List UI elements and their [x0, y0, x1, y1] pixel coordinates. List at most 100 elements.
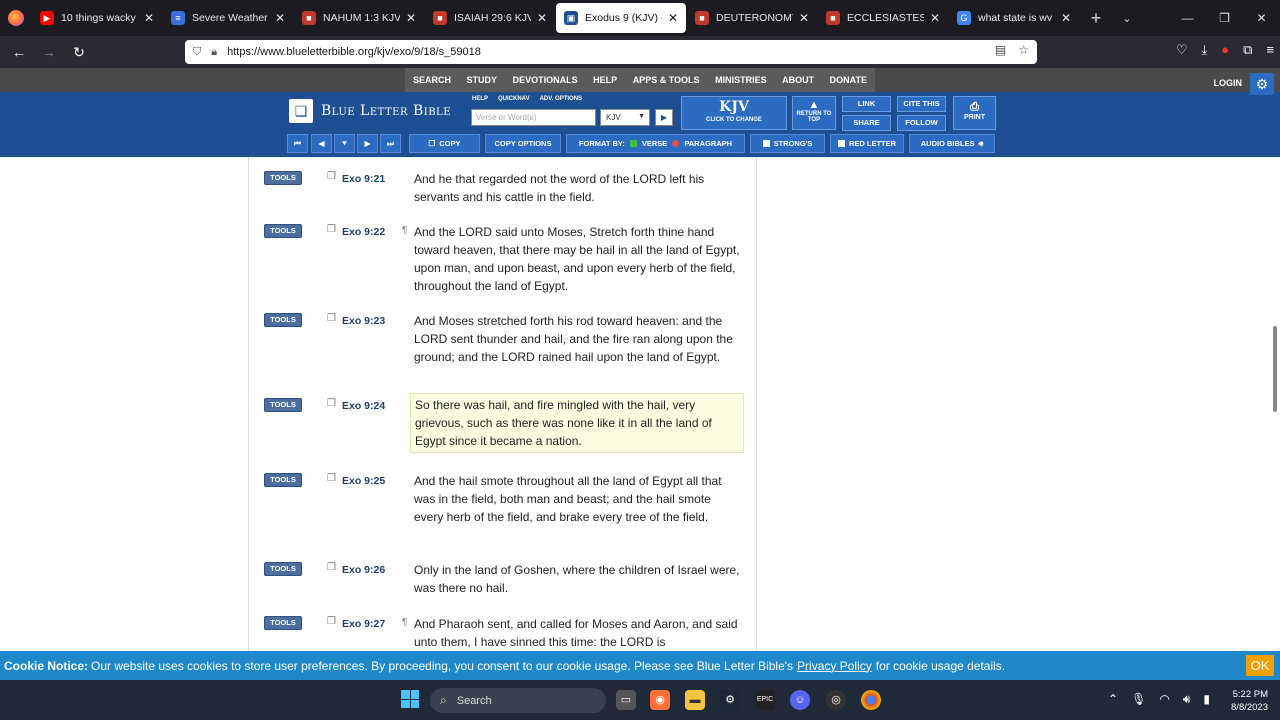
verse-reference[interactable]: Exo 9:27 — [342, 618, 385, 630]
taskbar-search[interactable]: ⌕ Search — [430, 688, 606, 713]
copy-button[interactable]: ❐ COPY — [409, 134, 480, 153]
forward-arrow-icon[interactable]: → — [34, 44, 64, 60]
copy-options-button[interactable]: COPY OPTIONS — [485, 134, 561, 153]
browser-tab[interactable]: ■ ISAIAH 29:6 KJV "Th ✕ — [425, 3, 555, 33]
strongs-checkbox[interactable] — [762, 140, 770, 147]
app-icon[interactable]: ◎ — [826, 690, 846, 710]
link-button[interactable]: LINK — [842, 96, 891, 112]
first-chapter-button[interactable]: ⏮ — [287, 134, 308, 153]
microphone-icon[interactable]: 🎙︎ — [1131, 692, 1146, 707]
browser-tab[interactable]: ▣ Exodus 9 (KJV) - Bl ✕ — [556, 3, 686, 33]
copy-verse-icon[interactable]: ❐ — [327, 473, 336, 484]
tools-button[interactable]: TOOLS — [264, 398, 302, 412]
menu-item[interactable]: SEARCH — [413, 68, 451, 92]
close-tab-icon[interactable]: ✕ — [144, 11, 154, 25]
close-tab-icon[interactable]: ✕ — [406, 11, 416, 25]
verse-reference[interactable]: Exo 9:22 — [342, 226, 385, 238]
verse-reference[interactable]: Exo 9:23 — [342, 315, 385, 327]
bookmark-star-icon[interactable]: ☆ — [1018, 43, 1029, 57]
shield-icon[interactable]: ⛉ — [193, 46, 201, 59]
close-tab-icon[interactable]: ✕ — [668, 11, 678, 25]
cookie-ok-button[interactable]: OK — [1246, 655, 1274, 676]
red-letter-toggle[interactable]: RED LETTER — [830, 134, 904, 153]
site-logo[interactable]: ❏ Blue Letter Bible — [289, 99, 451, 123]
copy-verse-icon[interactable]: ❐ — [327, 224, 336, 235]
close-tab-icon[interactable]: ✕ — [799, 11, 809, 25]
browser-tab[interactable]: Gwhat state is wv - G ✕ — [949, 3, 1079, 33]
close-window-icon[interactable]: ✕ — [1243, 0, 1280, 36]
steam-icon[interactable]: ⚙ — [720, 690, 740, 710]
browser-tab[interactable]: ▶ 10 things wacky ta ✕ — [32, 3, 162, 33]
red-letter-checkbox[interactable] — [837, 140, 845, 147]
close-tab-icon[interactable]: ✕ — [275, 11, 285, 25]
copy-verse-icon[interactable]: ❐ — [327, 562, 336, 573]
print-button[interactable]: ⎙ PRINT — [953, 96, 996, 130]
minimize-icon[interactable]: — — [1169, 0, 1206, 36]
tools-button[interactable]: TOOLS — [264, 171, 302, 185]
task-view-icon[interactable]: ▭ — [616, 690, 636, 710]
copy-verse-icon[interactable]: ❐ — [327, 398, 336, 409]
browser-tab[interactable]: ■ DEUTERONOMY 32 ✕ — [687, 3, 817, 33]
settings-gear-icon[interactable]: ⚙ — [1250, 73, 1274, 95]
firefox-view-button[interactable] — [0, 0, 32, 36]
help-link[interactable]: HELP — [472, 96, 488, 102]
search-go-button[interactable]: ▶ — [655, 109, 673, 126]
login-link[interactable]: LOGIN — [1214, 78, 1243, 88]
quicknav-link[interactable]: QUICKNAV — [498, 96, 530, 102]
tools-button[interactable]: TOOLS — [264, 616, 302, 630]
next-chapter-button[interactable]: ▶ — [357, 134, 378, 153]
pocket-icon[interactable]: ♡ — [1176, 42, 1188, 58]
file-explorer-icon[interactable]: ▬ — [685, 690, 705, 710]
tools-button[interactable]: TOOLS — [264, 224, 302, 238]
extensions-puzzle-icon[interactable]: ⧉ — [1243, 42, 1252, 58]
paragraph-format-radio[interactable] — [672, 140, 680, 147]
close-tab-icon[interactable]: ✕ — [537, 11, 547, 25]
discord-icon[interactable]: ☺ — [790, 690, 810, 710]
close-tab-icon[interactable]: ✕ — [930, 11, 940, 25]
menu-item[interactable]: DONATE — [830, 68, 867, 92]
tools-button[interactable]: TOOLS — [264, 562, 302, 576]
chevron-up-icon[interactable]: ⌃ — [1108, 692, 1118, 707]
verse-reference[interactable]: Exo 9:26 — [342, 564, 385, 576]
tools-button[interactable]: TOOLS — [264, 313, 302, 327]
last-chapter-button[interactable]: ⏭ — [380, 134, 401, 153]
menu-item[interactable]: HELP — [593, 68, 617, 92]
menu-item[interactable]: MINISTRIES — [715, 68, 767, 92]
reader-view-icon[interactable]: ▤ — [995, 43, 1006, 57]
search-input[interactable]: Verse or Word(s) — [471, 109, 596, 126]
share-button[interactable]: SHARE — [842, 115, 891, 131]
follow-button[interactable]: FOLLOW — [897, 115, 946, 131]
privacy-policy-link[interactable]: Privacy Policy — [797, 659, 872, 673]
menu-item[interactable]: DEVOTIONALS — [513, 68, 578, 92]
version-select[interactable]: KJV ▼ — [600, 109, 650, 126]
new-tab-button[interactable]: + — [1080, 8, 1112, 29]
copy-verse-icon[interactable]: ❐ — [327, 313, 336, 324]
list-tabs-button[interactable]: ⌄ — [1112, 12, 1142, 25]
chapter-select-button[interactable]: ⯆ — [334, 134, 355, 153]
browser-tab[interactable]: ≡ Severe Weather In E ✕ — [163, 3, 293, 33]
version-change-button[interactable]: KJV CLICK TO CHANGE — [681, 96, 787, 130]
copy-verse-icon[interactable]: ❐ — [327, 171, 336, 182]
volume-icon[interactable]: 🔊︎ — [1183, 692, 1191, 707]
paragraph-format-label[interactable]: PARAGRAPH — [684, 139, 732, 148]
extension-icon[interactable]: ● — [1221, 42, 1229, 58]
clock[interactable]: 5:22 PM 8/8/2023 — [1231, 688, 1268, 714]
back-arrow-icon[interactable]: ← — [4, 44, 34, 60]
menu-item[interactable]: STUDY — [467, 68, 498, 92]
browser-tab[interactable]: ■ ECCLESIASTES 3:16 ✕ — [818, 3, 948, 33]
epic-games-icon[interactable]: EPIC — [755, 690, 775, 710]
battery-icon[interactable]: ▮ — [1203, 692, 1210, 707]
verse-format-label[interactable]: VERSE — [642, 139, 667, 148]
menu-item[interactable]: ABOUT — [782, 68, 814, 92]
restore-icon[interactable]: ❐ — [1206, 0, 1243, 36]
lock-icon[interactable]: 🔒︎ — [211, 46, 217, 59]
address-bar[interactable]: ⛉ 🔒︎ https://www.blueletterbible.org/kjv… — [185, 40, 1037, 64]
tools-button[interactable]: TOOLS — [264, 473, 302, 487]
copy-verse-icon[interactable]: ❐ — [327, 616, 336, 627]
strongs-toggle[interactable]: STRONG'S — [750, 134, 825, 153]
adv-options-link[interactable]: ADV. OPTIONS — [540, 96, 582, 102]
menu-icon[interactable]: ≡ — [1266, 42, 1274, 58]
audio-bibles-button[interactable]: AUDIO BIBLES 🔊︎ — [909, 134, 995, 153]
prev-chapter-button[interactable]: ◀ — [311, 134, 332, 153]
verse-format-checkbox[interactable] — [629, 140, 637, 147]
